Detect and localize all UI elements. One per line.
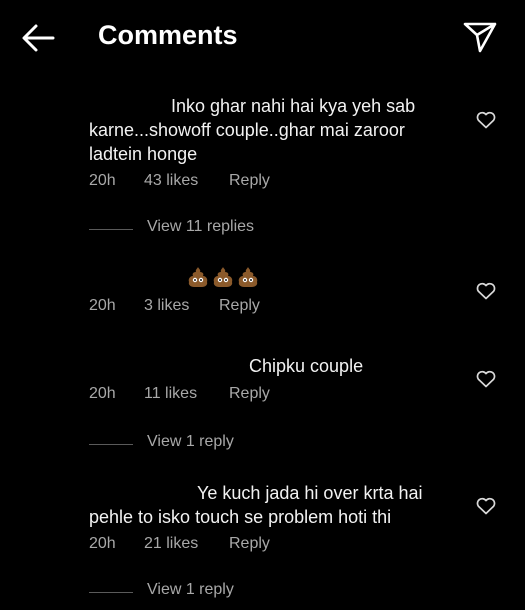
- comment-likes[interactable]: 11 likes: [144, 385, 197, 403]
- page-title: Comments: [98, 20, 238, 50]
- comment-likes[interactable]: 21 likes: [144, 535, 198, 553]
- replies-divider: [89, 229, 133, 230]
- comment-line: ladtein honge: [89, 144, 198, 164]
- header-bar: Comments: [0, 0, 525, 78]
- send-icon[interactable]: [462, 20, 498, 54]
- comment-time: 20h: [89, 172, 116, 189]
- comment-line: Chipku couple: [249, 356, 364, 376]
- comment-line: karne...showoff couple..ghar mai zaroor: [89, 120, 405, 140]
- reply-button[interactable]: Reply: [229, 535, 270, 553]
- view-replies-label[interactable]: View 1 reply: [147, 433, 234, 451]
- comment-text: Chipku couple: [89, 354, 469, 378]
- comment-line: Inko ghar nahi hai kya yeh sab: [171, 96, 416, 116]
- reply-button[interactable]: Reply: [229, 172, 270, 190]
- pile-of-poo-icon: [188, 267, 208, 287]
- comment-line: Ye kuch jada hi over krta hai: [197, 483, 423, 503]
- like-heart-icon[interactable]: [476, 370, 496, 388]
- view-replies-label[interactable]: View 1 reply: [147, 581, 234, 599]
- comment-likes[interactable]: 3 likes: [144, 297, 189, 315]
- replies-divider: [89, 444, 133, 445]
- replies-divider: [89, 592, 133, 593]
- reply-button[interactable]: Reply: [229, 385, 270, 403]
- reply-button[interactable]: Reply: [219, 297, 260, 315]
- like-heart-icon[interactable]: [476, 111, 496, 129]
- pile-of-poo-icon: [238, 267, 258, 287]
- pile-of-poo-icon: [213, 267, 233, 287]
- comment-time: 20h: [89, 385, 116, 402]
- comment-likes[interactable]: 43 likes: [144, 172, 198, 190]
- comment-text: Ye kuch jada hi over krta hai pehle to i…: [89, 481, 469, 529]
- comment-text: Inko ghar nahi hai kya yeh sab karne...s…: [89, 94, 469, 166]
- back-arrow-icon[interactable]: [20, 22, 56, 54]
- comment-line: pehle to isko touch se problem hoti thi: [89, 507, 392, 527]
- like-heart-icon[interactable]: [476, 282, 496, 300]
- comment-time: 20h: [89, 535, 116, 552]
- like-heart-icon[interactable]: [476, 497, 496, 515]
- comment-time: 20h: [89, 297, 116, 314]
- view-replies-label[interactable]: View 11 replies: [147, 218, 254, 236]
